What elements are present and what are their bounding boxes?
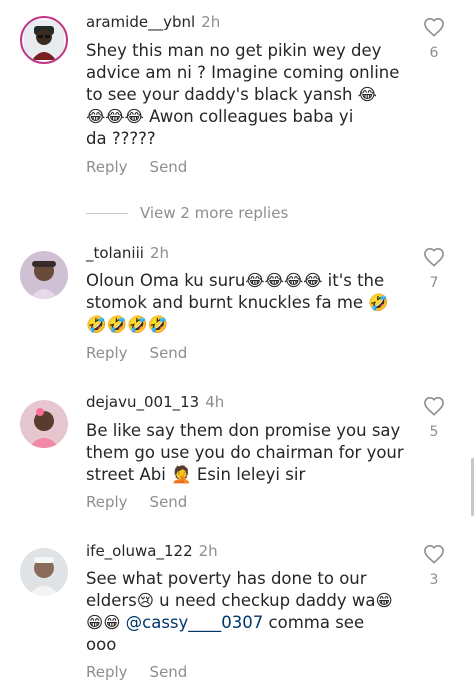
comment-text: Shey this man no get pikin wey dey advic…: [86, 40, 408, 150]
avatar-image: [20, 548, 68, 596]
send-button[interactable]: Send: [150, 344, 188, 362]
avatar[interactable]: [20, 548, 68, 596]
comment-line: 😁😁: [86, 613, 126, 632]
mention-link[interactable]: @cassy____0307: [126, 613, 264, 632]
comment-line: Oloun Oma ku suru😂😂😂😂 it's the: [86, 271, 385, 290]
send-button[interactable]: Send: [150, 493, 188, 511]
username[interactable]: aramide__ybnl: [86, 13, 195, 31]
timestamp: 2h: [149, 244, 169, 262]
comment-actions: Reply Send: [86, 343, 209, 363]
comment-actions: Reply Send: [86, 662, 209, 682]
reply-button[interactable]: Reply: [86, 493, 128, 511]
send-button[interactable]: Send: [150, 158, 188, 176]
comment-header: dejavu_001_13 4h: [86, 392, 224, 412]
heart-outline-icon[interactable]: [423, 544, 445, 564]
comment-line: them go use you do chairman for your: [86, 443, 404, 462]
view-more-replies[interactable]: View 2 more replies: [86, 203, 288, 223]
heart-outline-icon[interactable]: [423, 396, 445, 416]
comment-line: da ?????: [86, 129, 156, 148]
comment-line: Shey this man no get pikin wey dey: [86, 41, 382, 60]
divider-line: [86, 213, 128, 214]
comment-actions: Reply Send: [86, 492, 209, 512]
comment-line: See what poverty has done to our: [86, 569, 367, 588]
timestamp: 2h: [201, 13, 221, 31]
like-count: 5: [429, 424, 439, 440]
username[interactable]: dejavu_001_13: [86, 393, 199, 411]
avatar[interactable]: [20, 251, 68, 299]
comment-line: 😂😂😂 Awon colleagues baba yi: [86, 107, 354, 126]
comment-line: Be like say them don promise you say: [86, 421, 401, 440]
like-control: 6: [423, 17, 445, 61]
timestamp: 4h: [205, 393, 225, 411]
comment-actions: Reply Send: [86, 157, 209, 177]
comment-line: ooo: [86, 635, 117, 654]
comment-line: elders😢 u need checkup daddy wa😁: [86, 591, 393, 610]
like-control: 7: [423, 247, 445, 291]
comment-text: See what poverty has done to our elders😢…: [86, 568, 408, 656]
reply-button[interactable]: Reply: [86, 344, 128, 362]
send-button[interactable]: Send: [150, 663, 188, 681]
heart-outline-icon[interactable]: [423, 247, 445, 267]
comment-line: stomok and burnt knuckles fa me 🤣: [86, 293, 389, 312]
avatar-image: [20, 251, 68, 299]
avatar[interactable]: [20, 400, 68, 448]
comment-line: street Abi 🤦 Esin leleyi sir: [86, 465, 306, 484]
avatar-image: [20, 400, 68, 448]
username[interactable]: ife_oluwa_122: [86, 542, 193, 560]
heart-outline-icon[interactable]: [423, 17, 445, 37]
avatar[interactable]: [20, 16, 68, 64]
reply-button[interactable]: Reply: [86, 158, 128, 176]
comment-text: Be like say them don promise you say the…: [86, 420, 408, 486]
view-more-label: View 2 more replies: [140, 204, 289, 222]
like-count: 6: [429, 45, 439, 61]
comment-line: to see your daddy's black yansh 😂: [86, 85, 377, 104]
like-count: 7: [429, 275, 439, 291]
timestamp: 2h: [198, 542, 218, 560]
comment-line: 🤣🤣🤣🤣: [86, 315, 169, 334]
comment-header: ife_oluwa_122 2h: [86, 541, 218, 561]
avatar-image: [24, 20, 64, 60]
comment-header: _tolaniii 2h: [86, 243, 169, 263]
comment-line: comma see: [263, 613, 365, 632]
comment-header: aramide__ybnl 2h: [86, 12, 220, 32]
reply-button[interactable]: Reply: [86, 663, 128, 681]
username[interactable]: _tolaniii: [86, 244, 144, 262]
comment-line: advice am ni ? Imagine coming online: [86, 63, 400, 82]
like-count: 3: [429, 572, 439, 588]
like-control: 3: [423, 544, 445, 588]
comment-text: Oloun Oma ku suru😂😂😂😂 it's the stomok an…: [86, 270, 408, 336]
like-control: 5: [423, 396, 445, 440]
